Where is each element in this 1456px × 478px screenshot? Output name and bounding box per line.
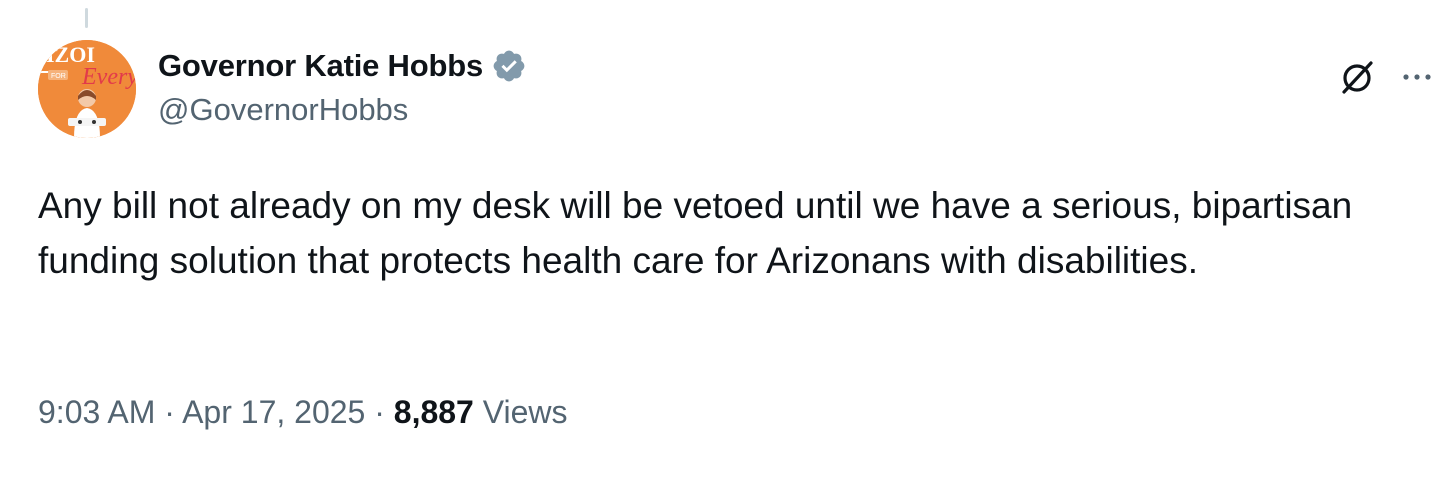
tweet-time[interactable]: 9:03 AM	[38, 394, 155, 430]
thread-connector-line	[85, 8, 88, 28]
avatar[interactable]: IZOI FOR Every	[38, 40, 136, 138]
avatar-image: IZOI FOR Every	[38, 40, 136, 138]
svg-text:Every: Every	[81, 64, 136, 90]
meta-separator: ·	[164, 394, 175, 430]
svg-text:FOR: FOR	[51, 73, 66, 80]
tweet-date[interactable]: Apr 17, 2025	[182, 394, 365, 430]
views-label: Views	[482, 394, 568, 430]
author-handle[interactable]: @GovernorHobbs	[158, 92, 1336, 128]
tweet-header: Governor Katie Hobbs @GovernorHobbs	[158, 44, 1336, 128]
verified-badge-icon[interactable]	[491, 48, 527, 84]
more-dots-icon[interactable]	[1400, 60, 1434, 94]
tweet-top-actions	[1336, 56, 1434, 98]
tweet-body-text: Any bill not already on my desk will be …	[38, 185, 1353, 281]
name-row: Governor Katie Hobbs	[158, 44, 1336, 88]
views-count: 8,887	[393, 394, 474, 430]
grok-icon[interactable]	[1336, 56, 1378, 98]
author-display-name[interactable]: Governor Katie Hobbs	[158, 48, 483, 84]
tweet-metadata: 9:03 AM · Apr 17, 2025 · 8,887 Views	[38, 394, 568, 431]
meta-separator: ·	[374, 394, 385, 430]
